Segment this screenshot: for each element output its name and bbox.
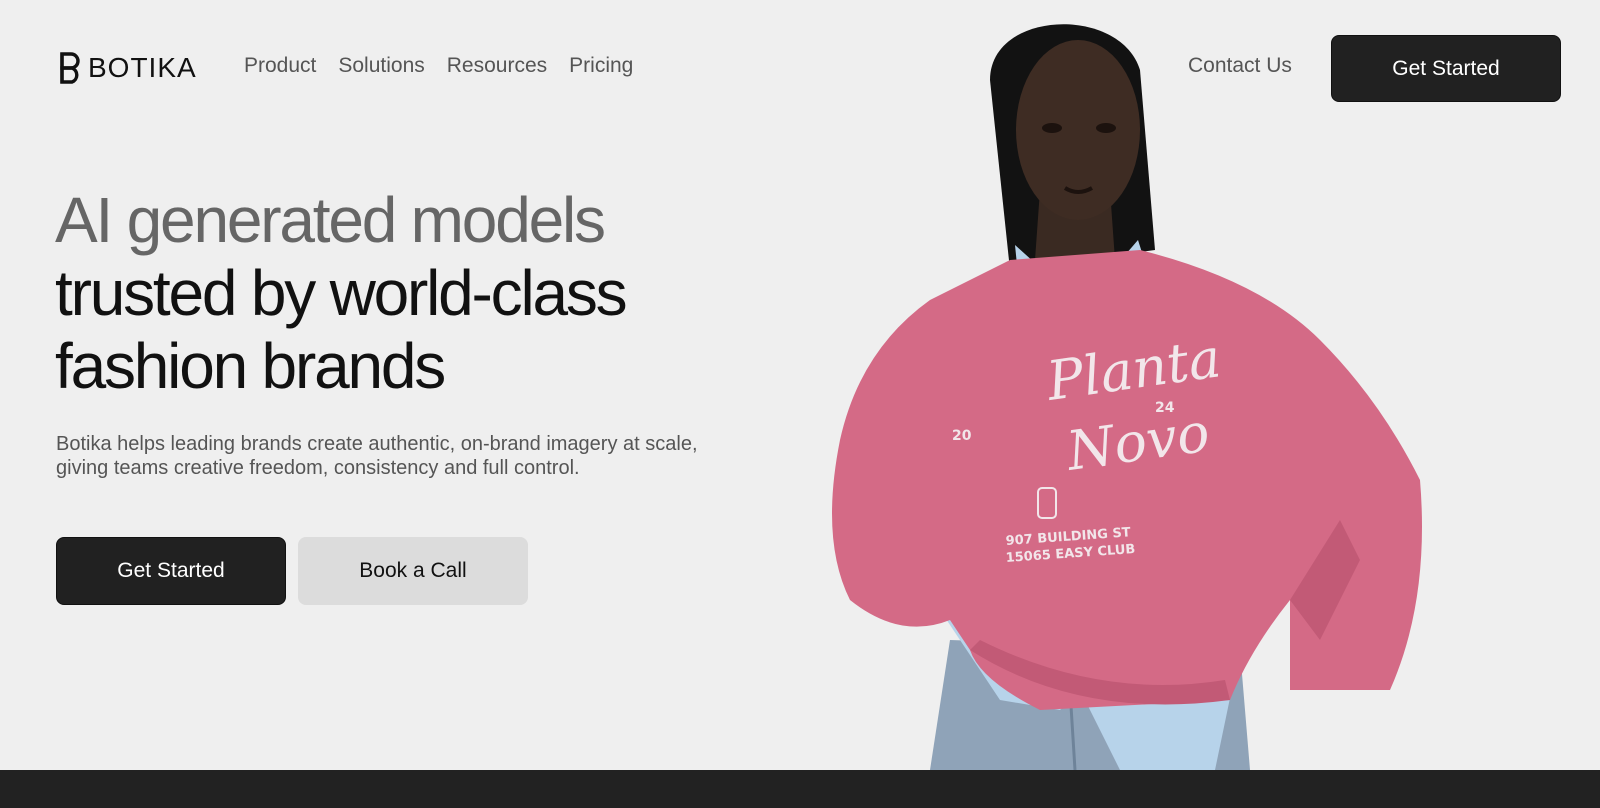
nav-item-pricing[interactable]: Pricing <box>569 54 633 78</box>
sweatshirt-year-left: 20 <box>952 428 972 444</box>
hero-headline-muted: AI generated models <box>55 184 606 256</box>
nav-item-product[interactable]: Product <box>244 54 316 78</box>
hero-headline-line-3: fashion brands <box>55 330 446 402</box>
book-a-call-button[interactable]: Book a Call <box>298 537 528 605</box>
nav-item-solutions[interactable]: Solutions <box>338 54 424 78</box>
botika-logo-icon <box>60 52 80 84</box>
sweatshirt-year-right: 24 <box>1155 400 1175 416</box>
hero-get-started-button[interactable]: Get Started <box>56 537 286 605</box>
main-nav: Product Solutions Resources Pricing <box>244 54 633 78</box>
nav-item-resources[interactable]: Resources <box>447 54 547 78</box>
footer-bar <box>0 770 1600 808</box>
hero-subtext: Botika helps leading brands create authe… <box>56 433 698 479</box>
model-image: Planta Novo 20 24 907 BUILDING ST 15065 … <box>832 24 1422 770</box>
brand-name: BOTIKA <box>88 52 197 83</box>
hero-headline: AI generated models trusted by world-cla… <box>55 184 628 403</box>
brand-logo[interactable]: BOTIKA <box>58 50 197 86</box>
page: BOTIKA Product Solutions Resources Prici… <box>0 0 1600 808</box>
hero-headline-line-2: trusted by world-class <box>55 257 628 329</box>
